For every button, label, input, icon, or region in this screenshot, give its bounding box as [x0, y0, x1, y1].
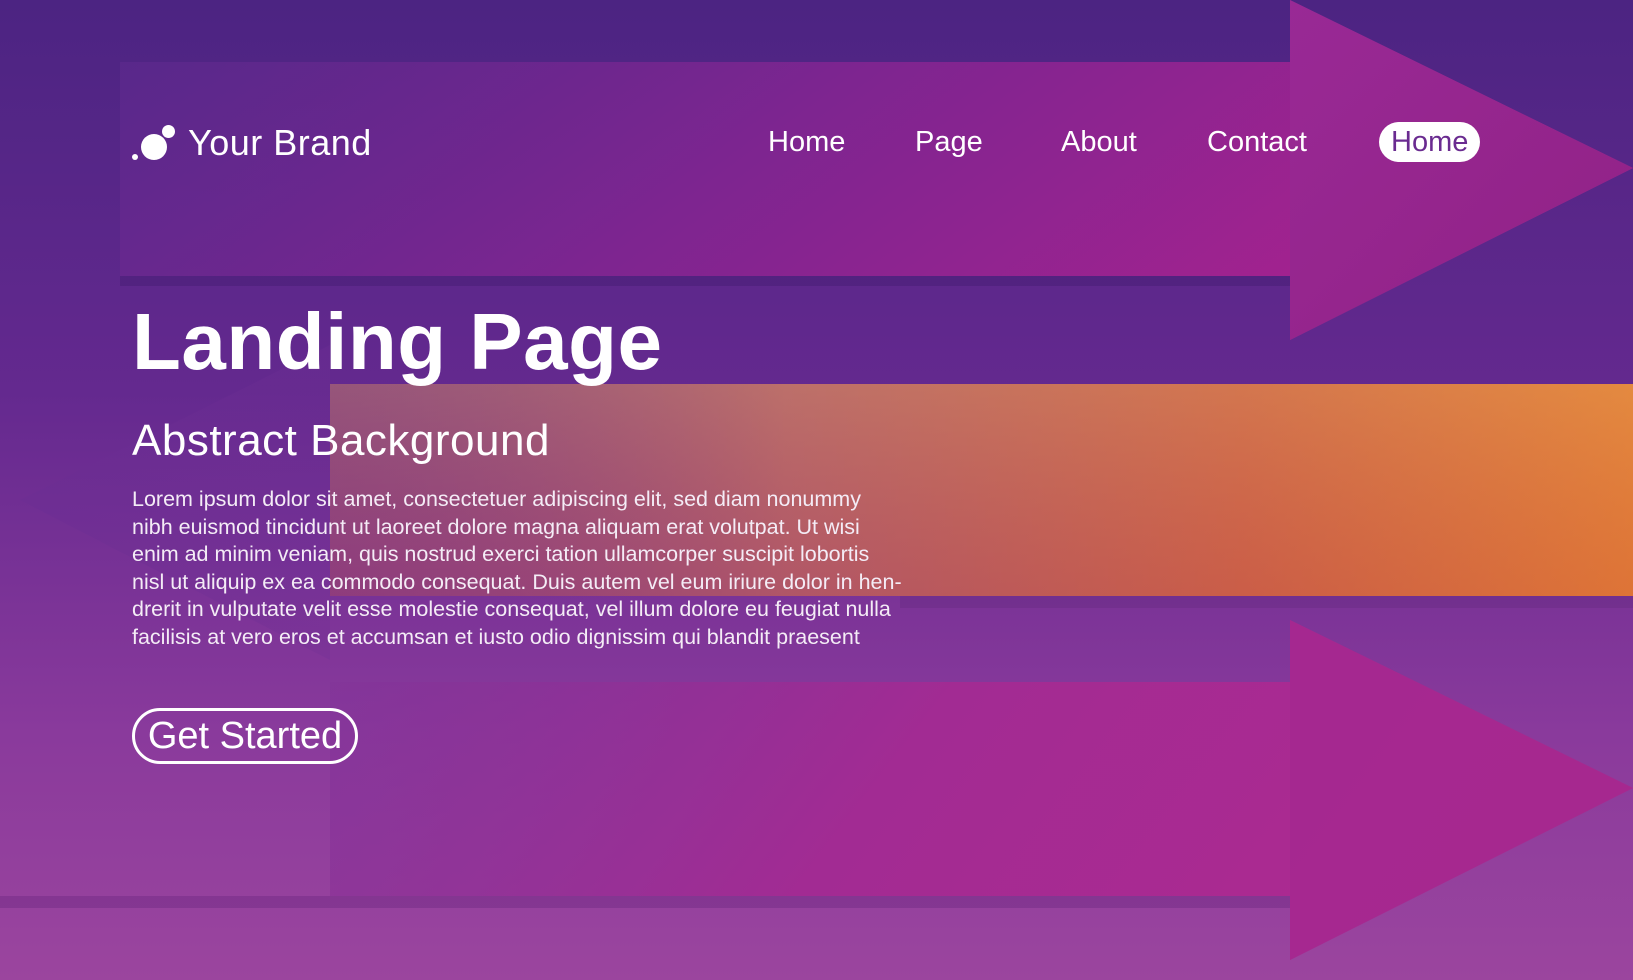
page-subtitle: Abstract Background [132, 416, 550, 465]
nav-item-home-active[interactable]: Home [1379, 122, 1481, 162]
nav-item-about[interactable]: About [1061, 122, 1137, 162]
description-line: nibh euismod tincidunt ut laoreet dolore… [132, 514, 860, 539]
nav-item-page[interactable]: Page [915, 122, 983, 162]
get-started-button[interactable]: Get Started [132, 708, 358, 764]
description-line: drerit in vulputate velit esse molestie … [132, 597, 891, 621]
description-line: enim ad minim veniam, quis nostrud exerc… [132, 542, 870, 566]
main-nav: Home Page About Contact Home [0, 122, 1633, 166]
nav-item-home[interactable]: Home [768, 122, 845, 162]
description-line: Lorem ipsum dolor sit amet, consectetuer… [132, 487, 861, 511]
nav-item-contact[interactable]: Contact [1207, 122, 1307, 162]
page-title: Landing Page [132, 297, 663, 386]
hero-description: Lorem ipsum dolor sit amet, consectetuer… [132, 486, 952, 651]
description-line: nisl ut aliquip ex ea commodo consequat.… [132, 569, 902, 594]
description-line: facilisis at vero eros et accumsan et iu… [132, 624, 860, 649]
